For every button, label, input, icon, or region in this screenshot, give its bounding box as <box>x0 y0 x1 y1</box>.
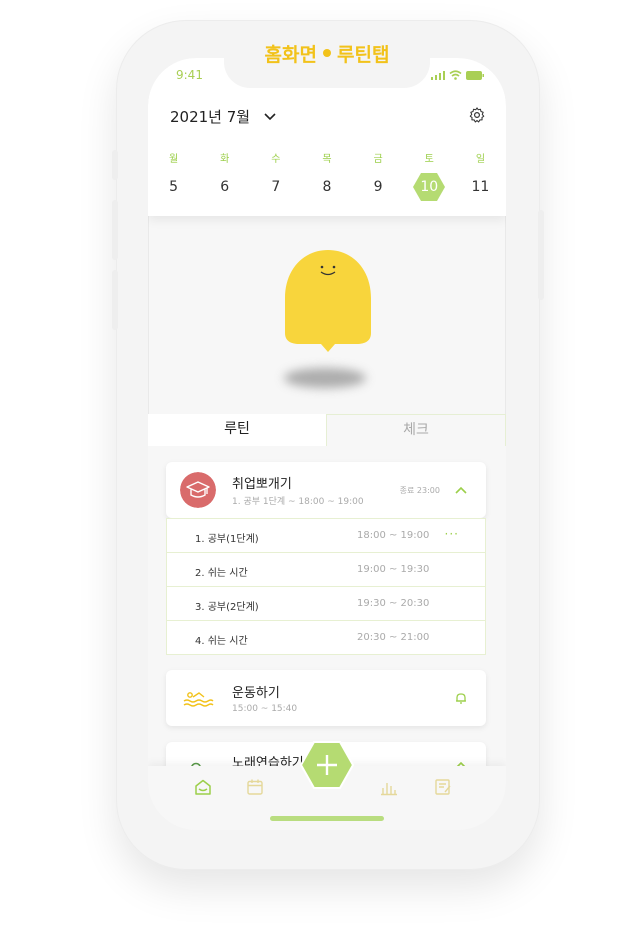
mascot-shadow <box>284 368 366 388</box>
screen-caption: 홈화면 루틴탭 <box>265 40 390 67</box>
step-name: 4. 쉬는 시간 <box>195 636 248 647</box>
step-time: 19:00 ~ 19:30 <box>357 564 430 575</box>
date-cell-selected[interactable]: 10 <box>404 172 455 202</box>
date-label: 8 <box>322 179 332 195</box>
phone-power-button <box>538 210 544 300</box>
weekday-row: 월 화 수 목 금 토 일 <box>148 150 506 165</box>
tab-bar: 루틴 체크 <box>148 414 506 446</box>
phone-side-button <box>112 150 118 180</box>
caption-right: 루틴탭 <box>337 43 390 66</box>
month-selector[interactable]: 2021년 7월 <box>170 106 276 127</box>
caption-dot <box>323 49 331 57</box>
routine-subtitle: 1. 공부 1단계 ~ 18:00 ~ 19:00 <box>232 497 364 507</box>
date-cell[interactable]: 9 <box>353 172 404 202</box>
more-options-icon[interactable]: ··· <box>445 527 459 541</box>
bottom-navigation <box>148 741 506 830</box>
step-row[interactable]: 2. 쉬는 시간 19:00 ~ 19:30 <box>167 552 485 586</box>
step-time: 18:00 ~ 19:00 <box>357 530 430 541</box>
step-row[interactable]: 3. 공부(2단계) 19:30 ~ 20:30 <box>167 586 485 620</box>
stats-icon[interactable] <box>380 778 398 796</box>
gear-icon[interactable] <box>468 106 486 124</box>
weekday-thu: 목 <box>322 154 332 165</box>
weekday-sat: 토 <box>424 154 434 165</box>
weekday-wed: 수 <box>271 154 281 165</box>
weekday-fri: 금 <box>373 154 383 165</box>
step-time: 20:30 ~ 21:00 <box>357 632 430 643</box>
date-cell[interactable]: 6 <box>199 172 250 202</box>
add-button[interactable] <box>300 740 354 790</box>
date-label: 11 <box>471 179 490 195</box>
weekday-sun: 일 <box>475 154 486 165</box>
routine-card[interactable]: 운동하기 15:00 ~ 15:40 <box>166 670 486 726</box>
step-name: 1. 공부(1단계) <box>195 534 259 545</box>
routine-card-expanded[interactable]: 취업뽀개기 1. 공부 1단계 ~ 18:00 ~ 19:00 종료 23:00 <box>166 462 486 518</box>
home-icon[interactable] <box>194 778 212 796</box>
home-indicator <box>270 816 384 821</box>
tab-routine[interactable]: 루틴 <box>148 414 326 446</box>
weekday-tue: 화 <box>220 154 230 165</box>
bell-icon[interactable] <box>454 691 468 705</box>
date-row: 5 6 7 8 9 10 11 <box>148 172 506 202</box>
status-time: 9:41 <box>176 68 203 82</box>
step-row[interactable]: 4. 쉬는 시간 20:30 ~ 21:00 <box>167 620 485 654</box>
tab-check[interactable]: 체크 <box>326 414 506 446</box>
chevron-up-icon[interactable] <box>454 483 468 497</box>
battery-icon <box>466 70 484 80</box>
caption-left: 홈화면 <box>264 43 317 66</box>
calendar-icon[interactable] <box>246 778 264 796</box>
wifi-icon <box>449 70 462 80</box>
app-screen: 9:41 2021년 7월 월 화 수 목 금 토 일 5 6 7 8 9 10… <box>148 58 506 830</box>
chevron-down-icon <box>264 112 276 120</box>
step-name: 2. 쉬는 시간 <box>195 568 248 579</box>
step-time: 19:30 ~ 20:30 <box>357 598 430 609</box>
date-cell[interactable]: 11 <box>455 172 506 202</box>
date-label: 9 <box>373 179 383 195</box>
graduation-cap-icon <box>180 472 216 508</box>
memo-icon[interactable] <box>434 778 452 796</box>
status-icons <box>431 70 484 80</box>
routine-steps: 1. 공부(1단계) 18:00 ~ 19:00 ··· 2. 쉬는 시간 19… <box>166 518 486 655</box>
date-cell[interactable]: 7 <box>250 172 301 202</box>
date-cell[interactable]: 8 <box>301 172 352 202</box>
date-label: 10 <box>420 179 439 195</box>
phone-volume-down <box>112 270 118 330</box>
phone-volume-up <box>112 200 118 260</box>
signal-icon <box>431 70 445 80</box>
date-cell[interactable]: 5 <box>148 172 199 202</box>
routine-title: 취업뽀개기 <box>232 477 292 492</box>
step-row[interactable]: 1. 공부(1단계) 18:00 ~ 19:00 ··· <box>167 518 485 552</box>
weekday-mon: 월 <box>168 154 179 165</box>
date-label: 7 <box>271 179 281 195</box>
swim-icon <box>183 692 214 707</box>
date-label: 5 <box>169 179 179 195</box>
notch: 홈화면 루틴탭 <box>224 30 430 88</box>
step-name: 3. 공부(2단계) <box>195 602 259 613</box>
mascot-character <box>285 250 371 352</box>
routine-end-time: 종료 23:00 <box>399 486 440 495</box>
routine-subtitle: 15:00 ~ 15:40 <box>232 704 298 714</box>
month-label: 2021년 7월 <box>170 108 251 126</box>
date-label: 6 <box>220 179 230 195</box>
routine-title: 운동하기 <box>232 686 280 701</box>
